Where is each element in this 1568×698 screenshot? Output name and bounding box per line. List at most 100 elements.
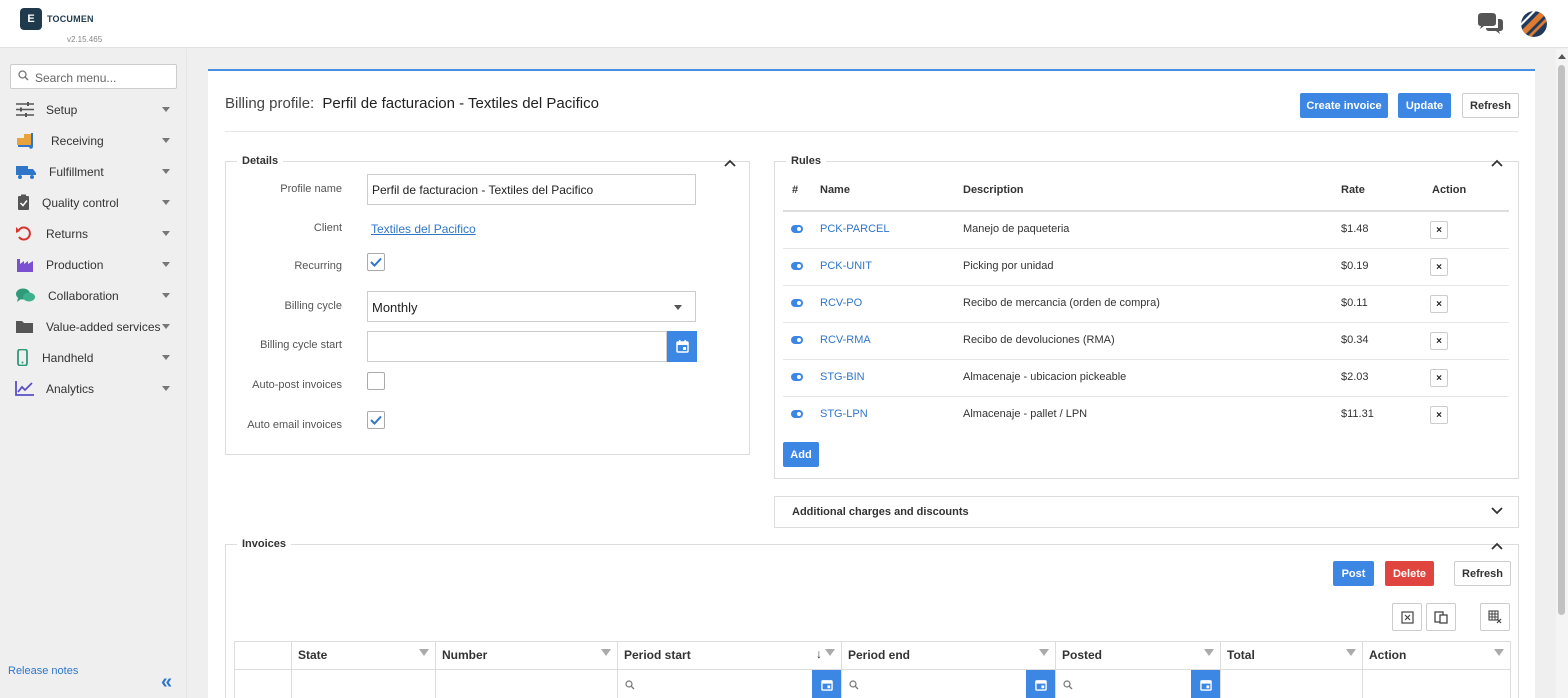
chevron-up-icon[interactable] <box>1490 541 1504 551</box>
calendar-button[interactable] <box>812 670 841 698</box>
filter-cell-total[interactable] <box>1221 669 1363 698</box>
filter-funnel-icon[interactable] <box>419 649 429 656</box>
auto-email-label: Auto email invoices <box>247 419 342 431</box>
export-pdf-button[interactable] <box>1426 603 1456 631</box>
undo-icon <box>16 226 31 241</box>
sidebar-item-handheld[interactable]: Handheld <box>0 342 187 373</box>
column-header[interactable]: Rate <box>1341 184 1365 196</box>
delete-rule-button[interactable]: × <box>1430 332 1448 350</box>
release-notes-link[interactable]: Release notes <box>8 665 78 677</box>
column-header-state[interactable]: State <box>292 641 436 669</box>
column-header-action[interactable]: Action <box>1363 641 1511 669</box>
post-button[interactable]: Post <box>1333 561 1374 586</box>
sidebar-item-returns[interactable]: Returns <box>0 218 187 249</box>
filter-cell-period-start[interactable] <box>618 669 842 698</box>
rule-rate: $1.48 <box>1341 223 1369 235</box>
delete-rule-button[interactable]: × <box>1430 295 1448 313</box>
column-header-period-end[interactable]: Period end <box>842 641 1056 669</box>
calendar-button[interactable] <box>1191 670 1220 698</box>
column-header[interactable]: Name <box>820 184 850 196</box>
filter-cell-state[interactable] <box>292 669 436 698</box>
search-input[interactable]: Search menu... <box>10 64 177 89</box>
filter-funnel-icon[interactable] <box>1346 649 1356 656</box>
sidebar-item-analytics[interactable]: Analytics <box>0 373 187 404</box>
create-invoice-button[interactable]: Create invoice <box>1300 93 1388 118</box>
scrollbar-thumb[interactable] <box>1558 65 1565 615</box>
app-version: v2.15.465 <box>67 35 103 44</box>
rule-description: Manejo de paqueteria <box>963 223 1070 235</box>
filter-cell-period-end[interactable] <box>842 669 1056 698</box>
calendar-button[interactable] <box>1026 670 1055 698</box>
delete-rule-button[interactable]: × <box>1430 369 1448 387</box>
export-excel-button[interactable] <box>1392 603 1422 631</box>
column-header[interactable]: Description <box>963 184 1024 196</box>
chevron-down-icon <box>162 386 170 391</box>
chevron-down-icon <box>162 262 170 267</box>
sidebar-item-quality-control[interactable]: Quality control <box>0 187 187 218</box>
rule-name[interactable]: PCK-UNIT <box>820 260 872 272</box>
toggle-icon[interactable] <box>791 225 803 233</box>
additional-charges-section[interactable]: Additional charges and discounts <box>774 496 1519 528</box>
add-rule-button[interactable]: Add <box>783 442 819 467</box>
rule-name[interactable]: STG-BIN <box>820 371 865 383</box>
rule-name[interactable]: RCV-RMA <box>820 334 871 346</box>
chevron-up-icon[interactable] <box>1490 158 1504 168</box>
refresh-invoices-button[interactable]: Refresh <box>1454 561 1511 586</box>
chat-bubbles-icon[interactable] <box>1476 12 1504 36</box>
sidebar-item-fulfillment[interactable]: Fulfillment <box>0 156 187 187</box>
collapse-sidebar-icon[interactable]: « <box>161 671 172 694</box>
filter-funnel-icon[interactable] <box>825 649 835 656</box>
update-button[interactable]: Update <box>1398 93 1451 118</box>
toggle-icon[interactable] <box>791 410 803 418</box>
refresh-button[interactable]: Refresh <box>1462 93 1519 118</box>
auto-post-label: Auto-post invoices <box>252 379 342 391</box>
calendar-icon <box>1199 679 1212 691</box>
rule-name[interactable]: RCV-PO <box>820 297 862 309</box>
toggle-icon[interactable] <box>791 373 803 381</box>
scroll-up-icon[interactable] <box>1558 54 1566 59</box>
column-label: Posted <box>1062 648 1103 662</box>
rule-name[interactable]: STG-LPN <box>820 408 868 420</box>
column-header-posted[interactable]: Posted <box>1056 641 1221 669</box>
filter-funnel-icon[interactable] <box>601 649 611 656</box>
toggle-icon[interactable] <box>791 299 803 307</box>
delete-rule-button[interactable]: × <box>1430 221 1448 239</box>
delete-rule-button[interactable]: × <box>1430 258 1448 276</box>
toggle-icon[interactable] <box>791 336 803 344</box>
sidebar-item-value-added-services[interactable]: Value-added services <box>0 311 187 342</box>
toggle-icon[interactable] <box>791 262 803 270</box>
recurring-checkbox[interactable] <box>367 253 385 271</box>
chevron-down-icon[interactable] <box>1490 506 1504 516</box>
profile-name-field[interactable]: Perfil de facturacion - Textiles del Pac… <box>367 174 696 205</box>
filter-funnel-icon[interactable] <box>1494 649 1504 656</box>
filter-funnel-icon[interactable] <box>1039 649 1049 656</box>
sort-descending-icon[interactable]: ↓ <box>816 647 822 661</box>
sidebar-item-collaboration[interactable]: Collaboration <box>0 280 187 311</box>
user-avatar[interactable] <box>1521 11 1547 37</box>
calendar-button[interactable] <box>667 331 697 362</box>
billing-cycle-select[interactable]: Monthly <box>367 291 696 322</box>
delete-rule-button[interactable]: × <box>1430 406 1448 424</box>
filter-cell-number[interactable] <box>436 669 618 698</box>
filter-funnel-icon[interactable] <box>1204 649 1214 656</box>
auto-email-checkbox[interactable] <box>367 411 385 429</box>
client-link[interactable]: Textiles del Pacifico <box>371 222 476 236</box>
column-header-period-start[interactable]: Period start ↓ <box>618 641 842 669</box>
column-chooser-button[interactable] <box>1480 603 1510 631</box>
rule-name[interactable]: PCK-PARCEL <box>820 223 889 235</box>
chevron-up-icon[interactable] <box>723 158 737 168</box>
delete-button[interactable]: Delete <box>1385 561 1434 586</box>
page-scrollbar[interactable] <box>1556 49 1568 698</box>
spreadsheet-icon <box>1400 610 1414 624</box>
column-header-number[interactable]: Number <box>436 641 618 669</box>
sidebar-item-production[interactable]: Production <box>0 249 187 280</box>
column-header-total[interactable]: Total <box>1221 641 1363 669</box>
sidebar-item-setup[interactable]: Setup <box>0 94 187 125</box>
auto-post-checkbox[interactable] <box>367 372 385 390</box>
app-logo[interactable]: E TOCUMEN <box>20 8 94 30</box>
invoices-section: Invoices Post Delete Refresh State Numbe… <box>225 538 1519 698</box>
billing-cycle-value: Monthly <box>372 300 418 315</box>
billing-cycle-start-field[interactable] <box>367 331 667 362</box>
sidebar-item-receiving[interactable]: Receiving <box>0 125 187 156</box>
filter-cell-posted[interactable] <box>1056 669 1221 698</box>
